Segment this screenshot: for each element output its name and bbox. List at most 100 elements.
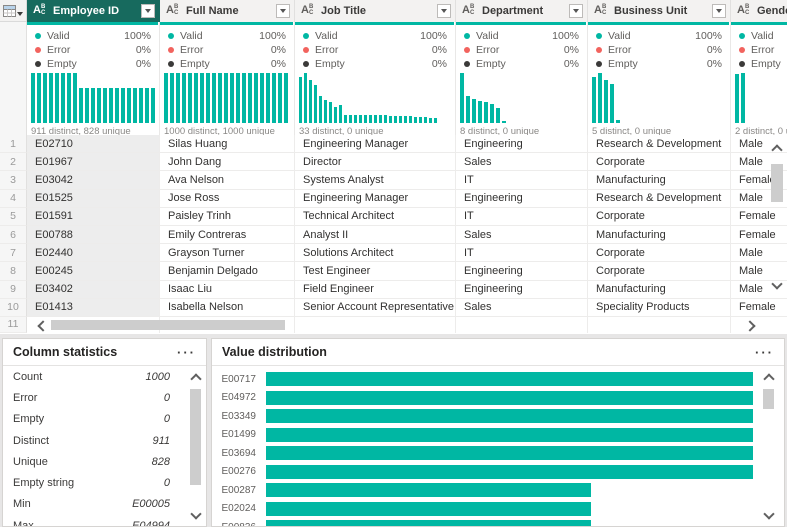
table-cell[interactable]: Sales bbox=[456, 225, 588, 245]
table-select-all-button[interactable] bbox=[0, 0, 27, 22]
scroll-down-icon[interactable] bbox=[771, 278, 783, 290]
table-cell[interactable]: Senior Account Representative bbox=[295, 298, 456, 317]
table-cell[interactable]: Benjamin Delgado bbox=[160, 262, 295, 281]
ellipsis-icon[interactable]: ··· bbox=[755, 345, 774, 360]
table-cell[interactable]: Silas Huang bbox=[160, 135, 295, 154]
table-cell[interactable]: IT bbox=[456, 207, 588, 226]
table-cell[interactable]: Isabella Nelson bbox=[160, 298, 295, 317]
table-cell[interactable]: Sales bbox=[456, 298, 588, 317]
column-header-gender[interactable]: ABC Gender bbox=[731, 0, 787, 22]
vertical-scroll-thumb[interactable] bbox=[771, 164, 783, 202]
histogram-bar bbox=[73, 73, 77, 123]
table-cell[interactable]: Manufacturing bbox=[588, 171, 731, 190]
scroll-right-icon[interactable] bbox=[744, 320, 756, 332]
column-header-full-name[interactable]: A B C Full Name bbox=[160, 0, 295, 22]
table-cell[interactable]: E03042 bbox=[27, 171, 160, 190]
table-cell[interactable]: E00245 bbox=[27, 262, 160, 281]
histogram-bar bbox=[242, 73, 246, 123]
table-cell[interactable]: Manufacturing bbox=[588, 280, 731, 299]
column-statistics-panel: Column statistics ··· Count 1000 Error 0 Emp… bbox=[2, 338, 207, 527]
table-cell[interactable]: Jose Ross bbox=[160, 189, 295, 208]
table-cell[interactable]: Solutions Architect bbox=[295, 244, 456, 263]
horizontal-scroll-thumb[interactable] bbox=[51, 320, 285, 330]
table-cell[interactable]: Manufacturing bbox=[588, 225, 731, 245]
table-cell[interactable]: Engineering bbox=[456, 280, 588, 299]
scroll-down-icon[interactable] bbox=[763, 508, 775, 520]
table-cell[interactable]: E03402 bbox=[27, 280, 160, 299]
stats-scroll-thumb[interactable] bbox=[190, 389, 201, 485]
distribution-scrollbar[interactable] bbox=[762, 371, 776, 522]
scroll-up-icon[interactable] bbox=[771, 144, 783, 156]
table-cell[interactable]: IT bbox=[456, 244, 588, 263]
table-cell[interactable]: Sales bbox=[456, 153, 588, 172]
table-cell[interactable]: Isaac Liu bbox=[160, 280, 295, 299]
filter-dropdown-button[interactable] bbox=[569, 4, 583, 18]
table-cell[interactable]: Research & Development bbox=[588, 189, 731, 208]
table-cell[interactable]: Engineering bbox=[456, 262, 588, 281]
table-cell[interactable]: Engineering Manager bbox=[295, 189, 456, 208]
table-cell[interactable]: Ava Nelson bbox=[160, 171, 295, 190]
column-header-department[interactable]: A B C Department bbox=[456, 0, 588, 22]
table-cell[interactable]: Emily Contreras bbox=[160, 225, 295, 245]
table-row: 2 E01967 John Dang Director Sales Corporate Ma… bbox=[0, 153, 787, 172]
table-cell[interactable]: E02440 bbox=[27, 244, 160, 263]
table-cell[interactable]: John Dang bbox=[160, 153, 295, 172]
distribution-bar[interactable] bbox=[266, 483, 591, 498]
table-cell[interactable]: Grayson Turner bbox=[160, 244, 295, 263]
distribution-bar[interactable] bbox=[266, 390, 753, 405]
table-cell[interactable]: Test Engineer bbox=[295, 262, 456, 281]
table-cell[interactable]: Paisley Trinh bbox=[160, 207, 295, 226]
value-histogram bbox=[731, 73, 787, 123]
distribution-bar[interactable] bbox=[266, 464, 753, 479]
column-header-job-title[interactable]: A B C Job Title bbox=[295, 0, 456, 22]
table-row: 1 E02710 Silas Huang Engineering Manager Eng… bbox=[0, 135, 787, 154]
distribution-bar[interactable] bbox=[266, 501, 591, 516]
table-cell[interactable]: Director bbox=[295, 153, 456, 172]
distribution-scroll-thumb[interactable] bbox=[763, 389, 774, 409]
distribution-bar[interactable] bbox=[266, 446, 753, 461]
filter-dropdown-button[interactable] bbox=[141, 4, 155, 18]
table-cell[interactable]: E01525 bbox=[27, 189, 160, 208]
histogram-bar bbox=[284, 73, 288, 123]
filter-dropdown-button[interactable] bbox=[712, 4, 726, 18]
table-cell[interactable]: IT bbox=[456, 171, 588, 190]
table-cell[interactable]: Technical Architect bbox=[295, 207, 456, 226]
table-cell[interactable]: E02710 bbox=[27, 135, 160, 154]
horizontal-scrollbar[interactable] bbox=[27, 319, 760, 332]
table-cell[interactable]: Field Engineer bbox=[295, 280, 456, 299]
scroll-up-icon[interactable] bbox=[763, 373, 775, 385]
distribution-bar[interactable] bbox=[266, 427, 753, 442]
table-cell[interactable]: Corporate bbox=[588, 262, 731, 281]
row-number: 8 bbox=[0, 262, 27, 281]
table-cell[interactable]: Corporate bbox=[588, 153, 731, 172]
scroll-left-icon[interactable] bbox=[37, 320, 49, 332]
table-cell[interactable]: E00788 bbox=[27, 225, 160, 245]
table-cell[interactable]: Corporate bbox=[588, 244, 731, 263]
quality-row-empty: Empty 0% bbox=[303, 57, 447, 71]
table-cell[interactable]: E01413 bbox=[27, 298, 160, 317]
scroll-down-icon[interactable] bbox=[190, 508, 202, 520]
table-cell[interactable]: Research & Development bbox=[588, 135, 731, 154]
distribution-bar[interactable] bbox=[266, 372, 753, 387]
distribution-row: E03694 bbox=[212, 444, 784, 463]
ellipsis-icon[interactable]: ··· bbox=[177, 345, 196, 360]
table-cell[interactable]: Analyst II bbox=[295, 225, 456, 245]
table-cell[interactable]: Engineering bbox=[456, 135, 588, 154]
filter-dropdown-button[interactable] bbox=[437, 4, 451, 18]
column-header-business-unit[interactable]: A B C Business Unit bbox=[588, 0, 731, 22]
table-cell[interactable]: E01591 bbox=[27, 207, 160, 226]
table-cell[interactable]: Systems Analyst bbox=[295, 171, 456, 190]
filter-dropdown-button[interactable] bbox=[276, 4, 290, 18]
distinct-unique-label: 1000 distinct, 1000 unique bbox=[164, 126, 275, 135]
distribution-bar[interactable] bbox=[266, 520, 591, 526]
table-cell[interactable]: Corporate bbox=[588, 207, 731, 226]
table-cell[interactable]: Engineering bbox=[456, 189, 588, 208]
distribution-bar[interactable] bbox=[266, 409, 753, 424]
table-cell[interactable]: Speciality Products bbox=[588, 298, 731, 317]
vertical-scrollbar[interactable] bbox=[770, 140, 785, 310]
table-cell[interactable]: E01967 bbox=[27, 153, 160, 172]
stats-scrollbar[interactable] bbox=[189, 371, 203, 522]
scroll-up-icon[interactable] bbox=[190, 373, 202, 385]
table-cell[interactable]: Engineering Manager bbox=[295, 135, 456, 154]
column-header-employee-id[interactable]: A B C Employee ID bbox=[27, 0, 160, 22]
